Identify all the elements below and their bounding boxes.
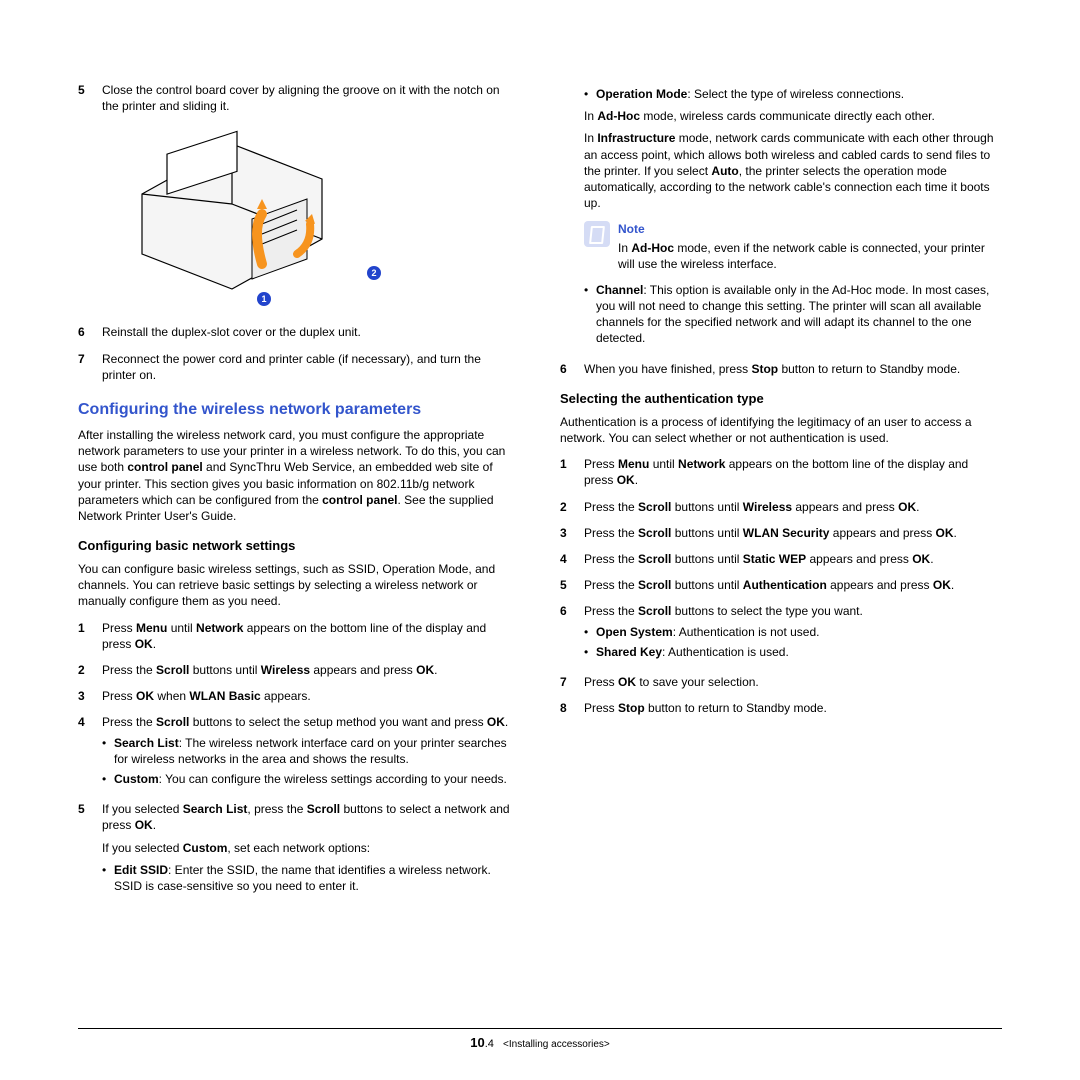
auth-intro: Authentication is a process of identifyi… xyxy=(560,414,1000,446)
printer-illustration xyxy=(112,124,352,294)
auth-step-7: 7Press OK to save your selection. xyxy=(560,674,1000,690)
step-6: 6 Reinstall the duplex-slot cover or the… xyxy=(78,324,518,340)
page-footer: 10.4 <Installing accessories> xyxy=(78,1028,1002,1050)
auth-step-6: 6 Press the Scroll buttons to select the… xyxy=(560,603,1000,664)
step-5: 5 Close the control board cover by align… xyxy=(78,82,518,114)
basic-step-2: 2 Press the Scroll buttons until Wireles… xyxy=(78,662,518,678)
step-7: 7 Reconnect the power cord and printer c… xyxy=(78,351,518,383)
note-title: Note xyxy=(618,221,1000,237)
auth-step-1: 1Press Menu until Network appears on the… xyxy=(560,456,1000,488)
auth-step-8: 8Press Stop button to return to Standby … xyxy=(560,700,1000,716)
left-column: 5 Close the control board cover by align… xyxy=(78,82,518,908)
chapter-number: 10 xyxy=(470,1035,484,1050)
heading-basic-settings: Configuring basic network settings xyxy=(78,538,518,553)
auth-step-4: 4Press the Scroll buttons until Static W… xyxy=(560,551,1000,567)
callout-2: 2 xyxy=(367,266,381,280)
footer-section: <Installing accessories> xyxy=(503,1039,610,1050)
intro-paragraph: After installing the wireless network ca… xyxy=(78,427,518,524)
basic-step-5: 5 If you selected Search List, press the… xyxy=(78,801,518,898)
step-5-body: Close the control board cover by alignin… xyxy=(102,82,518,114)
auth-step-2: 2Press the Scroll buttons until Wireless… xyxy=(560,499,1000,515)
callout-1: 1 xyxy=(257,292,271,306)
note-box: Note In Ad-Hoc mode, even if the network… xyxy=(584,221,1000,272)
right-column: •Operation Mode: Select the type of wire… xyxy=(560,82,1000,908)
note-body: In Ad-Hoc mode, even if the network cabl… xyxy=(618,240,1000,272)
page-number: .4 xyxy=(485,1038,494,1050)
note-icon xyxy=(584,221,610,247)
auth-step-5: 5Press the Scroll buttons until Authenti… xyxy=(560,577,1000,593)
basic-step-3: 3 Press OK when WLAN Basic appears. xyxy=(78,688,518,704)
heading-configuring-wireless: Configuring the wireless network paramet… xyxy=(78,401,518,419)
basic-step-4: 4 Press the Scroll buttons to select the… xyxy=(78,714,518,791)
right-step-6: 6 When you have finished, press Stop but… xyxy=(560,361,1000,377)
printer-diagram: 1 2 xyxy=(112,124,372,314)
page: 5 Close the control board cover by align… xyxy=(0,0,1080,948)
auth-step-3: 3Press the Scroll buttons until WLAN Sec… xyxy=(560,525,1000,541)
operation-mode-block: •Operation Mode: Select the type of wire… xyxy=(584,82,1000,351)
basic-intro: You can configure basic wireless setting… xyxy=(78,561,518,610)
basic-step-1: 1 Press Menu until Network appears on th… xyxy=(78,620,518,652)
heading-auth-type: Selecting the authentication type xyxy=(560,391,1000,406)
